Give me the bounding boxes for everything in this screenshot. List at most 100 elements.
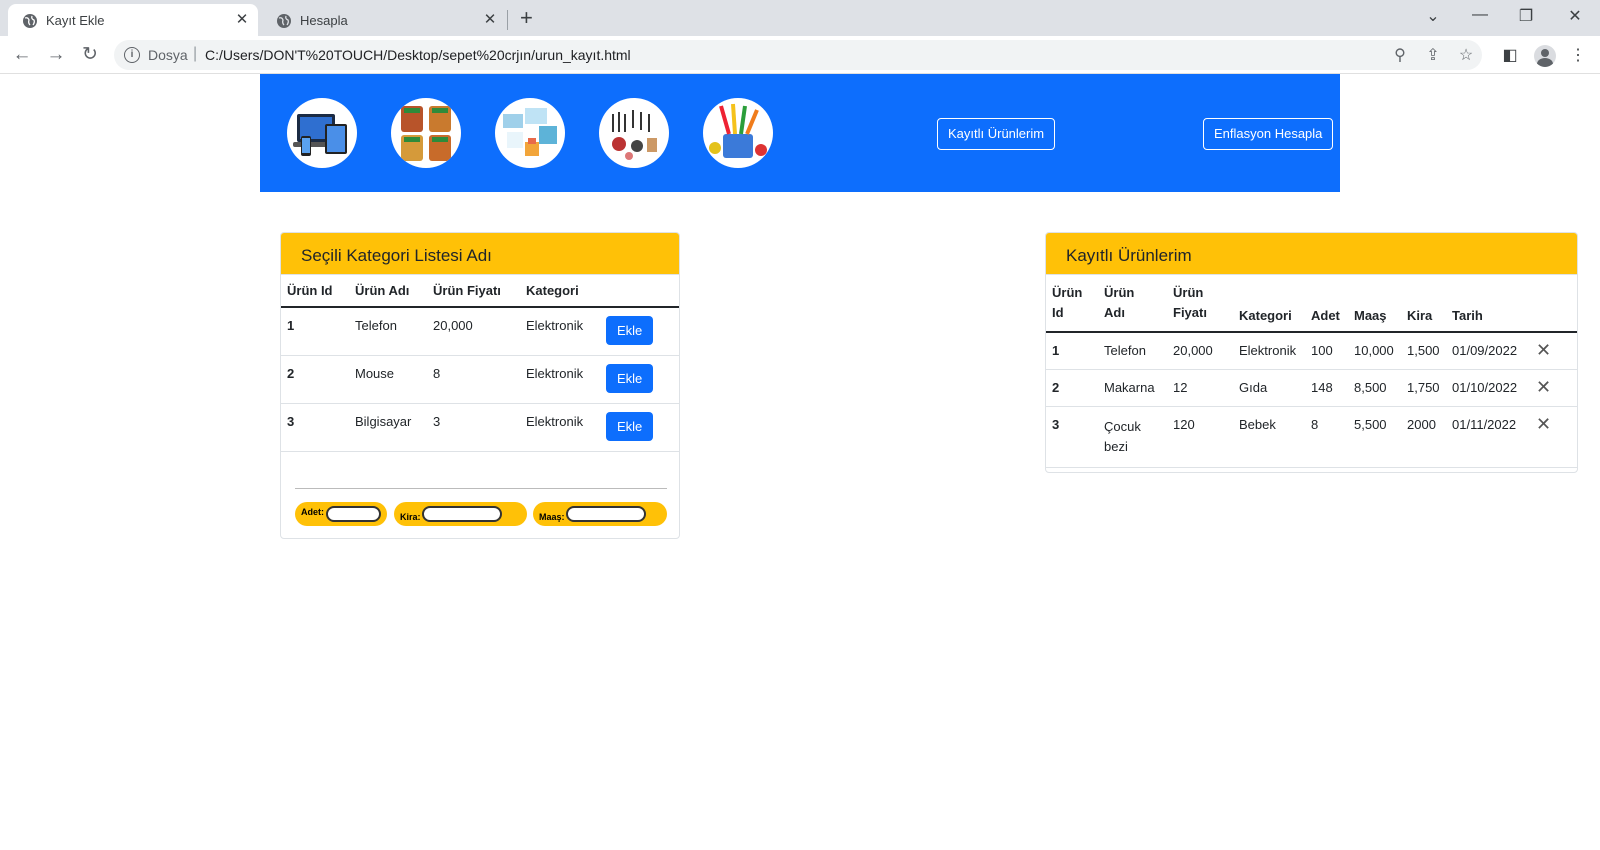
add-button[interactable]: Ekle (606, 364, 654, 393)
category-banner: Kayıtlı Ürünlerim Enflasyon Hesapla (260, 74, 1340, 192)
cosmetics-category-icon[interactable] (599, 98, 669, 168)
category-list-card: Seçili Kategori Listesi Adı Ürün Id Ürün… (280, 232, 680, 539)
tab-hesapla[interactable]: Hesapla ✕ (262, 4, 506, 36)
url-text[interactable]: C:/Users/DON'T%20TOUCH/Desktop/sepet%20c… (205, 47, 631, 63)
cell-action: Ekle (600, 355, 679, 404)
inflation-calc-button[interactable]: Enflasyon Hesapla (1203, 118, 1334, 150)
profile-avatar-icon[interactable] (1534, 45, 1556, 67)
adet-field-group: Adet: (295, 502, 387, 526)
table-header-row: Ürün Id Ürün Adı Ürün Fiyatı Kategori Adet … (1046, 275, 1577, 333)
food-category-icon[interactable] (391, 98, 461, 168)
cell-id: 3 (281, 403, 349, 452)
zoom-icon[interactable]: ⚲ (1391, 47, 1409, 65)
new-tab-icon[interactable]: + (520, 7, 533, 29)
cell-price: 12 (1167, 369, 1233, 407)
cell-kira: 1,750 (1401, 369, 1446, 407)
maas-label: Maaş: (539, 512, 565, 522)
side-panel-icon[interactable]: ◧ (1500, 46, 1520, 66)
electronics-category-icon[interactable] (287, 98, 357, 168)
cell-category: Elektronik (520, 355, 600, 404)
saved-products-title: Kayıtlı Ürünlerim (1046, 233, 1577, 275)
cell-id: 2 (281, 355, 349, 404)
close-tab-icon[interactable]: ✕ (482, 12, 498, 28)
col-header-price: Ürün Fiyatı (1167, 275, 1233, 333)
col-header-name: Ürün Adı (1098, 275, 1167, 333)
cell-id: 1 (281, 307, 349, 356)
address-bar[interactable]: i Dosya | C:/Users/DON'T%20TOUCH/Desktop… (114, 40, 1482, 70)
minimize-icon[interactable]: — (1470, 6, 1490, 24)
table-row: 2 Mouse 8 Elektronik Ekle (281, 355, 679, 404)
tab-search-icon[interactable]: ⌄ (1423, 6, 1443, 26)
col-header-id: Ürün Id (281, 275, 349, 308)
add-button[interactable]: Ekle (606, 316, 654, 345)
tab-title: Hesapla (300, 13, 348, 28)
security-label: Dosya (148, 47, 188, 63)
kira-input[interactable] (422, 506, 502, 522)
category-list-title: Seçili Kategori Listesi Adı (281, 233, 679, 275)
cell-category: Elektronik (1233, 332, 1305, 370)
info-icon[interactable]: i (124, 47, 140, 63)
kira-field-group: Kira: (394, 502, 527, 526)
add-button[interactable]: Ekle (606, 412, 654, 441)
col-header-id: Ürün Id (1046, 275, 1098, 333)
back-icon[interactable]: ← (11, 44, 33, 66)
cell-price: 120 (1167, 406, 1233, 468)
adet-label: Adet: (301, 507, 324, 517)
cell-price: 20,000 (1167, 332, 1233, 370)
tab-strip: Kayıt Ekle ✕ Hesapla ✕ + ⌄ — ❐ ✕ (0, 0, 1600, 36)
delete-icon[interactable]: ✕ (1536, 377, 1551, 397)
maas-input[interactable] (566, 506, 646, 522)
col-header-name: Ürün Adı (349, 275, 427, 308)
category-product-table: Ürün Id Ürün Adı Ürün Fiyatı Kategori 1 … (281, 275, 679, 452)
cell-maas: 8,500 (1348, 369, 1401, 407)
menu-icon[interactable]: ⋮ (1568, 46, 1588, 66)
cell-maas: 10,000 (1348, 332, 1401, 370)
table-row: 3 Bilgisayar 3 Elektronik Ekle (281, 403, 679, 452)
cell-price: 8 (427, 355, 520, 404)
saved-products-button[interactable]: Kayıtlı Ürünlerim (937, 118, 1056, 150)
table-row: 3 Çocuk bezi 120 Bebek 8 5,500 2000 01/1… (1046, 406, 1577, 468)
delete-icon[interactable]: ✕ (1536, 414, 1551, 434)
cell-kira: 2000 (1401, 406, 1446, 468)
close-tab-icon[interactable]: ✕ (234, 12, 250, 28)
baby-category-icon[interactable] (495, 98, 565, 168)
table-row: 1 Telefon 20,000 Elektronik Ekle (281, 307, 679, 356)
delete-icon[interactable]: ✕ (1536, 340, 1551, 360)
table-header-row: Ürün Id Ürün Adı Ürün Fiyatı Kategori (281, 275, 679, 308)
cell-id: 3 (1046, 406, 1098, 468)
cell-tarih: 01/11/2022 (1446, 406, 1530, 468)
cell-adet: 148 (1305, 369, 1348, 407)
table-row: 2 Makarna 12 Gıda 148 8,500 1,750 01/10/… (1046, 369, 1577, 407)
col-header-price: Ürün Fiyatı (427, 275, 520, 308)
adet-input[interactable] (326, 506, 381, 522)
cell-category: Bebek (1233, 406, 1305, 468)
reload-icon[interactable]: ↻ (79, 44, 101, 66)
cell-action: Ekle (600, 403, 679, 452)
share-icon[interactable]: ⇪ (1424, 47, 1442, 65)
tab-divider (507, 10, 508, 30)
col-header-action (600, 275, 679, 308)
cell-kira: 1,500 (1401, 332, 1446, 370)
globe-icon (277, 14, 291, 28)
cell-name: Telefon (1098, 332, 1167, 370)
restore-icon[interactable]: ❐ (1516, 6, 1536, 26)
browser-toolbar: ← → ↻ i Dosya | C:/Users/DON'T%20TOUCH/D… (0, 36, 1600, 74)
cell-id: 2 (1046, 369, 1098, 407)
divider: | (193, 45, 198, 62)
bookmark-star-icon[interactable]: ☆ (1457, 47, 1475, 65)
cell-category: Elektronik (520, 307, 600, 356)
col-header-category: Kategori (520, 275, 600, 308)
saved-products-card: Kayıtlı Ürünlerim Ürün Id Ürün Adı Ürün Fiy… (1045, 232, 1578, 473)
cell-adet: 8 (1305, 406, 1348, 468)
cell-name: Çocuk bezi (1098, 406, 1167, 468)
cell-name: Bilgisayar (349, 403, 427, 452)
col-header-adet: Adet (1305, 275, 1348, 333)
close-window-icon[interactable]: ✕ (1565, 6, 1585, 26)
cell-category: Elektronik (520, 403, 600, 452)
cell-maas: 5,500 (1348, 406, 1401, 468)
divider (295, 488, 667, 489)
forward-icon[interactable]: → (45, 44, 67, 66)
stationery-category-icon[interactable] (703, 98, 773, 168)
cell-action: Ekle (600, 307, 679, 356)
tab-kayit-ekle[interactable]: Kayıt Ekle ✕ (8, 4, 258, 36)
